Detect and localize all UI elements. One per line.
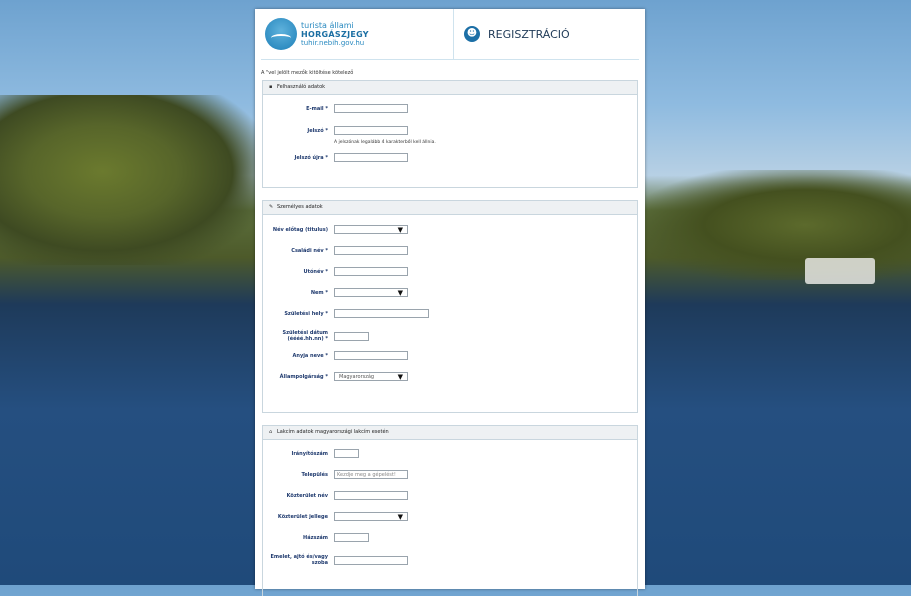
page-header: turista állami HORGÁSZJEGY tuhir.nebih.g… [261, 9, 639, 60]
password-again-field[interactable] [334, 153, 408, 162]
mother-name-field[interactable] [334, 351, 408, 360]
birthplace-label: Születési hely * [284, 310, 328, 317]
section-title-personal: Személyes adatok [277, 204, 323, 210]
required-fields-note: A "vel jelölt mezők kitöltése kötelező [261, 70, 354, 76]
prefix-select[interactable]: ▼ [334, 225, 408, 234]
birthplace-field[interactable] [334, 309, 429, 318]
gender-label: Nem * [310, 289, 328, 296]
citizenship-value: Magyarország [339, 374, 375, 380]
pencil-icon: ✎ [269, 204, 274, 210]
street-name-field[interactable] [334, 491, 408, 500]
given-name-label: Utónév * [303, 268, 328, 275]
address-data-section: ⌂ Lakcím adatok magyarországi lakcím eset… [262, 425, 638, 596]
prefix-label: Név előtag (titulus) [272, 226, 328, 233]
family-name-label: Családi név * [291, 247, 328, 254]
house-number-field[interactable] [334, 533, 369, 542]
street-type-label: Közterület jellege [277, 513, 328, 520]
user-data-section: ▪ Felhasználó adatok E-mail * Jelszó * A … [262, 80, 638, 188]
birthdate-label: Születési dátum (éééé.hh.nn) * [282, 330, 328, 342]
logo-line-1: turista állami [301, 20, 354, 30]
background-boat [805, 258, 875, 284]
dropdown-arrow-icon: ▼ [397, 289, 403, 297]
home-icon: ⌂ [269, 429, 273, 435]
personal-data-section: ✎ Személyes adatok Név előtag (titulus) ▼… [262, 200, 638, 413]
background-trees-left [0, 95, 256, 265]
city-label: Település [301, 471, 328, 478]
password-label: Jelszó * [307, 127, 328, 134]
password-hint: A jelszónak legalább 4 karakterből kell … [334, 140, 436, 145]
email-label: E-mail * [306, 105, 328, 112]
city-field[interactable]: Kezdje meg a gépelést! [334, 470, 408, 479]
street-name-label: Közterület név [286, 492, 328, 499]
dropdown-arrow-icon: ▼ [397, 513, 403, 521]
registration-icon: ☻ [464, 26, 480, 42]
logo-line-3: tuhir.nebih.gov.hu [301, 38, 365, 47]
citizenship-label: Állampolgárság * [279, 373, 328, 380]
gender-select[interactable]: ▼ [334, 288, 408, 297]
page-title: REGISZTRÁCIÓ [488, 27, 570, 41]
mother-name-label: Anyja neve * [292, 352, 328, 359]
dropdown-arrow-icon: ▼ [397, 373, 403, 381]
logo[interactable]: turista állami HORGÁSZJEGY tuhir.nebih.g… [261, 9, 454, 59]
given-name-field[interactable] [334, 267, 408, 276]
house-number-label: Házszám [303, 534, 328, 541]
zip-field[interactable] [334, 449, 359, 458]
logo-fish-icon [265, 18, 297, 50]
section-title-address: Lakcím adatok magyarországi lakcím eseté… [277, 429, 389, 435]
section-title-user: Felhasználó adatok [277, 84, 326, 90]
registration-panel: turista állami HORGÁSZJEGY tuhir.nebih.g… [255, 9, 645, 596]
logo-line-2: HORGÁSZJEGY [301, 29, 369, 39]
password-again-label: Jelszó újra * [294, 154, 329, 161]
floor-door-field[interactable] [334, 555, 408, 565]
family-name-field[interactable] [334, 246, 408, 255]
password-field[interactable] [334, 126, 408, 135]
citizenship-select[interactable]: Magyarország ▼ [334, 372, 408, 381]
zip-label: Irányítószám [291, 450, 328, 457]
user-icon: ▪ [269, 84, 273, 90]
street-type-select[interactable]: ▼ [334, 512, 408, 521]
birthdate-field[interactable] [334, 331, 369, 341]
email-field[interactable] [334, 104, 408, 113]
floor-door-label: Emelet, ajtó és/vagy szoba [270, 554, 328, 566]
dropdown-arrow-icon: ▼ [397, 226, 403, 234]
